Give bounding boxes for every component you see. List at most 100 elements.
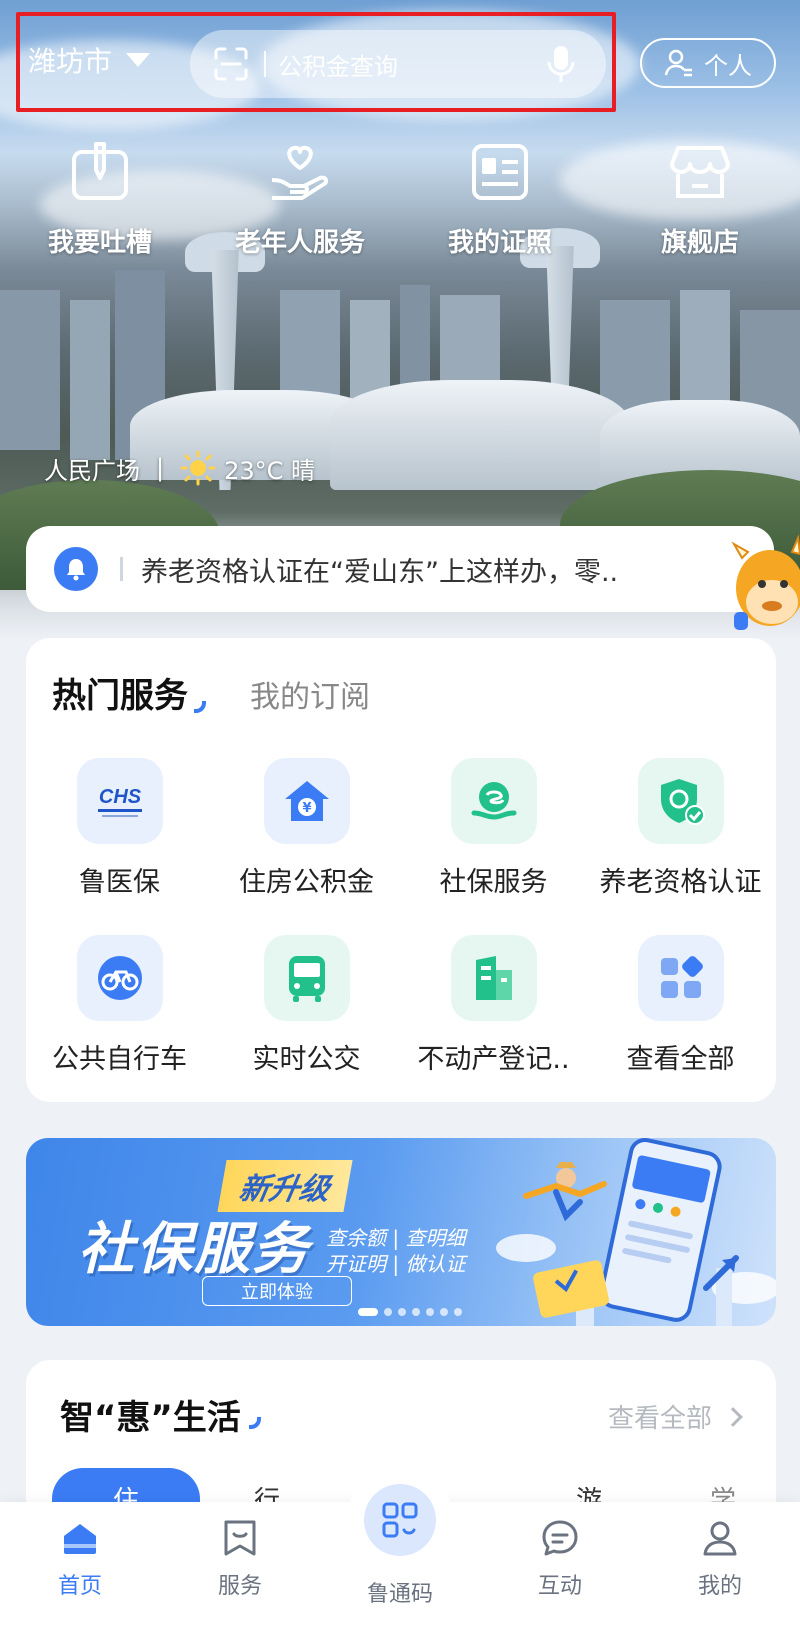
qr-code-icon [382, 1502, 418, 1538]
sun-icon [180, 450, 216, 486]
chs-medical-insurance-icon: CHS [76, 758, 163, 844]
service-housing-fund[interactable]: ¥ 住房公积金 [213, 758, 400, 899]
quick-elderly-label: 老年人服务 [234, 228, 365, 258]
location-weather: 人民广场 | 23°C 晴 [44, 450, 315, 486]
banner-try-button[interactable]: 立即体验 [202, 1276, 352, 1306]
chs-logo-text: CHS [98, 786, 141, 808]
user-icon [703, 1521, 737, 1556]
service-view-all[interactable]: 查看全部 [587, 935, 774, 1076]
nav-home-label: 首页 [57, 1574, 102, 1599]
nav-mine-label: 我的 [697, 1574, 742, 1599]
bicycle-icon [76, 935, 163, 1021]
service-public-bicycle[interactable]: 公共自行车 [26, 935, 213, 1076]
city-selector[interactable]: 潍坊市 [28, 40, 151, 80]
service-label: 住房公积金 [239, 867, 374, 898]
quick-actions: 我要吐槽 老年人服务 我的证照 旗舰店 [0, 140, 800, 259]
nav-interaction[interactable]: 互动 [500, 1518, 620, 1600]
pagination-dot[interactable] [384, 1308, 392, 1316]
microphone-icon[interactable] [546, 44, 576, 84]
tab-hot-services[interactable]: 热门服务 [52, 668, 206, 717]
service-label: 查看全部 [626, 1044, 735, 1075]
scan-icon[interactable] [214, 47, 248, 81]
pagination-dot[interactable] [440, 1308, 448, 1316]
svg-text:¥: ¥ [302, 801, 311, 816]
search-bar[interactable]: 公积金查询 [190, 30, 606, 98]
bus-icon [263, 935, 350, 1021]
tab-accent-mark [194, 701, 206, 713]
smart-life-title: 智“惠”生活 [60, 1390, 261, 1439]
pagination-dot[interactable] [426, 1308, 434, 1316]
store-icon [670, 146, 730, 198]
promo-banner[interactable]: 新升级 社保服务 查余额 | 查明细 开证明 | 做认证 立即体验 [26, 1138, 776, 1326]
pension-shield-icon [637, 758, 724, 844]
banner-pagination [358, 1308, 468, 1316]
service-label: 社保服务 [439, 867, 548, 898]
service-label: 养老资格认证 [599, 867, 762, 898]
nav-interaction-label: 互动 [537, 1574, 582, 1599]
service-realtime-bus[interactable]: 实时公交 [213, 935, 400, 1076]
chat-icon [542, 1520, 578, 1556]
notice-bar[interactable]: 养老资格认证在“爱山东”上这样办，零.. [26, 526, 774, 612]
quick-store-label: 旗舰店 [660, 228, 739, 258]
service-pension-certification[interactable]: 养老资格认证 [587, 758, 774, 899]
service-label: 不动产登记.. [417, 1044, 570, 1075]
grid-all-icon [637, 935, 724, 1021]
social-security-icon [450, 758, 537, 844]
banner-title: 社保服务 [78, 1217, 310, 1282]
nav-lutong-code[interactable] [364, 1484, 436, 1556]
id-card-icon [472, 144, 528, 200]
chevron-right-icon [723, 1406, 743, 1427]
nav-home[interactable]: 首页 [20, 1518, 140, 1600]
quick-elderly-service[interactable]: 老年人服务 [210, 140, 390, 259]
banner-sub-line1: 查余额 | 查明细 [326, 1226, 466, 1250]
pagination-dot[interactable] [398, 1308, 406, 1316]
smart-life-view-all[interactable]: 查看全部 [607, 1398, 743, 1435]
tab-my-subscriptions[interactable]: 我的订阅 [250, 672, 370, 716]
personal-label: 个人 [704, 51, 752, 80]
pagination-dot[interactable] [454, 1308, 462, 1316]
services-grid: CHS 鲁医保 ¥ 住房公积金 社保服务 养老资格认证 公共自行车 实时公交 不… [26, 758, 776, 1076]
view-all-label: 查看全部 [607, 1404, 712, 1434]
nav-lutong-code-label: 鲁通码 [366, 1582, 433, 1607]
pagination-dot[interactable] [412, 1308, 420, 1316]
quick-feedback-label: 我要吐槽 [47, 228, 152, 258]
heart-hand-icon [271, 145, 329, 200]
banner-phone-illustration [496, 1138, 776, 1326]
home-icon [64, 1524, 96, 1554]
location-separator: | [156, 454, 165, 482]
person-switch-icon [664, 49, 692, 77]
search-input[interactable]: 公积金查询 [278, 47, 546, 82]
smart-life-title-text: 智“惠”生活 [60, 1398, 241, 1438]
caret-down-icon [126, 53, 151, 67]
quick-my-license[interactable]: 我的证照 [410, 140, 590, 259]
tab-hot-services-label: 热门服务 [52, 676, 188, 716]
service-social-security[interactable]: 社保服务 [400, 758, 587, 899]
mascot-cow-icon[interactable] [712, 532, 800, 642]
bookmark-icon [224, 1520, 256, 1556]
bell-icon [54, 547, 98, 591]
services-card: 热门服务 我的订阅 CHS 鲁医保 ¥ 住房公积金 社保服务 养老资格认证 公共… [26, 638, 776, 1102]
bottom-navigation: 首页 服务 鲁通码 互动 我的 [0, 1468, 800, 1634]
top-bar: 潍坊市 公积金查询 个人 [0, 0, 800, 120]
search-divider [264, 51, 266, 77]
location-name: 人民广场 [44, 456, 140, 485]
quick-license-label: 我的证照 [447, 228, 552, 258]
service-label: 鲁医保 [79, 867, 160, 898]
service-medical-insurance[interactable]: CHS 鲁医保 [26, 758, 213, 899]
nav-mine[interactable]: 我的 [660, 1518, 780, 1600]
pagination-dot-active[interactable] [358, 1308, 378, 1316]
service-label: 实时公交 [252, 1044, 361, 1075]
feedback-pen-icon [72, 142, 128, 200]
personal-mode-button[interactable]: 个人 [640, 38, 776, 88]
notice-text[interactable]: 养老资格认证在“爱山东”上这样办，零.. [141, 550, 618, 589]
real-estate-icon [450, 935, 537, 1021]
services-tabs: 热门服务 我的订阅 [52, 668, 370, 717]
service-label: 公共自行车 [52, 1044, 187, 1075]
quick-flagship-store[interactable]: 旗舰店 [610, 140, 790, 259]
quick-feedback[interactable]: 我要吐槽 [10, 140, 190, 259]
notice-divider [120, 557, 123, 581]
service-real-estate[interactable]: 不动产登记.. [400, 935, 587, 1076]
nav-services[interactable]: 服务 [180, 1518, 300, 1600]
weather-text: 23°C 晴 [224, 456, 316, 485]
banner-sub-line2: 开证明 | 做认证 [326, 1252, 466, 1276]
